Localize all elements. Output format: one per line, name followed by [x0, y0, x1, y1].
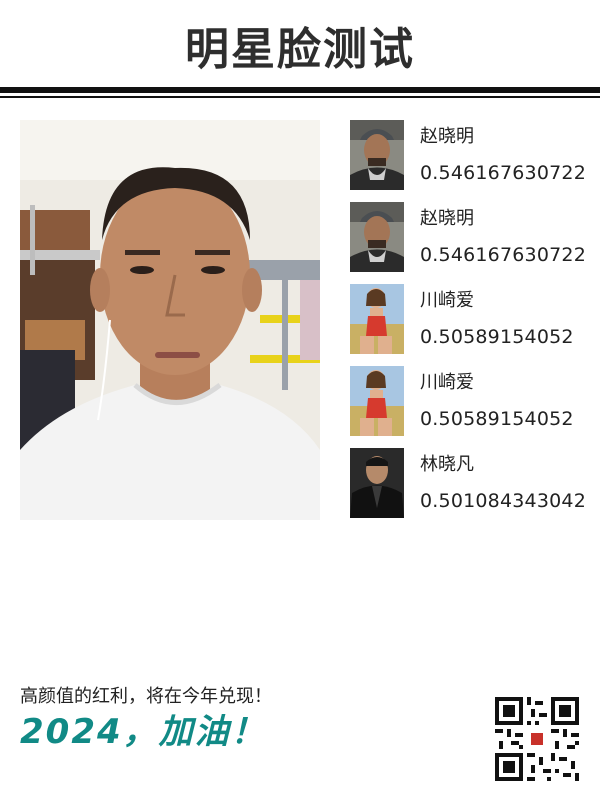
match-name: 赵晓明: [420, 126, 474, 147]
man-with-cap-thumbnail: [350, 202, 404, 272]
page-title: 明星脸测试: [185, 24, 415, 75]
match-item[interactable]: 赵晓明 0.546167630722: [350, 120, 595, 192]
match-name: 川崎爱: [420, 372, 474, 393]
cheer-text: 2024，加油！: [20, 712, 267, 752]
match-name: 林晓凡: [420, 454, 474, 475]
header-divider-thick: [0, 87, 600, 93]
qr-code-icon: [495, 697, 579, 781]
header-divider-thin: [0, 96, 600, 98]
user-photo: [20, 120, 320, 520]
match-name: 川崎爱: [420, 290, 474, 311]
match-score: 0.50589154052: [420, 408, 574, 430]
match-score: 0.546167630722: [420, 162, 586, 184]
woman-red-swimsuit-thumbnail: [350, 366, 404, 436]
match-score: 0.546167630722: [420, 244, 586, 266]
man-dark-jacket-thumbnail: [350, 448, 404, 518]
man-with-cap-thumbnail: [350, 120, 404, 190]
match-item[interactable]: 林晓凡 0.501084343042: [350, 448, 595, 520]
match-item[interactable]: 川崎爱 0.50589154052: [350, 284, 595, 356]
match-score: 0.50589154052: [420, 326, 574, 348]
match-name: 赵晓明: [420, 208, 474, 229]
match-item[interactable]: 赵晓明 0.546167630722: [350, 202, 595, 274]
match-score: 0.501084343042: [420, 490, 586, 512]
match-item[interactable]: 川崎爱 0.50589154052: [350, 366, 595, 438]
woman-red-swimsuit-thumbnail: [350, 284, 404, 354]
